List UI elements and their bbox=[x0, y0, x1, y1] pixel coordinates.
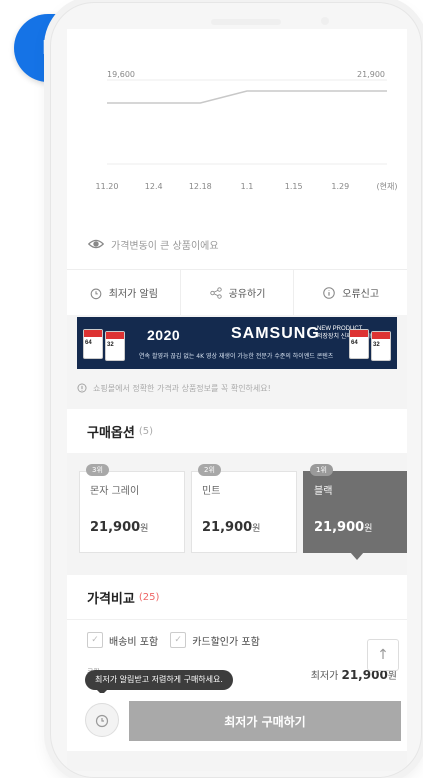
phone-speaker bbox=[211, 19, 281, 25]
x-tick-label: 11.20 bbox=[96, 182, 119, 191]
sd-card-image-right-2: 32 bbox=[371, 331, 391, 361]
option-rank: 3위 bbox=[86, 464, 109, 476]
shop-notice-text: 쇼핑몰에서 정확한 가격과 상품정보를 꼭 확인하세요! bbox=[93, 383, 271, 393]
banner-brand: SAMSUNG bbox=[231, 325, 320, 342]
purchase-options-header: 구매옵션 (5) bbox=[67, 409, 407, 453]
arrow-up-icon: ↑ bbox=[377, 647, 389, 663]
option-name: 블랙 bbox=[314, 486, 333, 497]
option-name: 몬자 그레이 bbox=[90, 486, 140, 497]
alarm-clock-icon bbox=[95, 714, 109, 728]
option-card-mint[interactable]: 2위 민트 21,900원 bbox=[191, 464, 297, 553]
scroll-to-top-button[interactable]: ↑ bbox=[367, 639, 399, 671]
compare-count: (25) bbox=[138, 591, 160, 603]
sd-card-image-left-1: 64 bbox=[83, 329, 103, 359]
banner-subline: 연속 촬영과 끊김 없는 4K 영상 재생이 가능한 전문가 수준의 하이엔드 … bbox=[139, 353, 334, 360]
options-count: (5) bbox=[138, 425, 154, 437]
card-discount-filter-label: 카드할인가 포함 bbox=[192, 636, 260, 648]
phone-frame: 19,600 21,900 11.20 12.4 12.18 1.1 1.15 1.29 (… bbox=[50, 2, 422, 778]
option-rank: 2위 bbox=[198, 464, 221, 476]
option-price: 21,900원 bbox=[202, 520, 260, 535]
share-button[interactable]: 공유하기 bbox=[181, 270, 295, 315]
phone-camera bbox=[321, 17, 329, 25]
option-rank: 1위 bbox=[310, 464, 333, 476]
x-tick-label: 1.1 bbox=[241, 182, 254, 191]
option-price-value: 21,900 bbox=[202, 520, 253, 535]
action-label-report: 오류신고 bbox=[342, 289, 380, 300]
lowest-price-unit: 원 bbox=[387, 671, 397, 682]
price-compare-header: 가격비교 (25) bbox=[67, 575, 407, 619]
banner-year: 2020 bbox=[147, 327, 181, 343]
action-row: 최저가 알림 공유하기 오류신고 bbox=[67, 269, 407, 315]
info-icon bbox=[323, 286, 336, 299]
samsung-ad-banner[interactable]: 64 32 2020 SAMSUNG NEW PRODUCT 저장장치 신제품 출… bbox=[77, 317, 397, 369]
x-tick-label: 1.15 bbox=[285, 182, 303, 191]
price-change-notice: 가격변동이 큰 상품이에요 bbox=[67, 219, 407, 269]
card-discount-checkbox[interactable]: ✓ bbox=[170, 632, 187, 648]
option-price-value: 21,900 bbox=[314, 520, 365, 535]
shop-notice: 쇼핑몰에서 정확한 가격과 상품정보를 꼭 확인하세요! bbox=[67, 373, 407, 403]
buy-lowest-button[interactable]: 최저가 구매하기 bbox=[129, 701, 401, 741]
option-price-unit: 원 bbox=[140, 524, 149, 534]
end-price-label: 21,900 bbox=[357, 70, 385, 79]
x-axis-labels: 11.20 12.4 12.18 1.1 1.15 1.29 (현재) bbox=[96, 182, 398, 191]
options-list: 3위 몬자 그레이 21,900원 2위 민트 21,900원 1위 블랙 21… bbox=[67, 457, 407, 587]
sd-card-image-right-1: 64 bbox=[349, 329, 369, 359]
option-price-value: 21,900 bbox=[90, 520, 141, 535]
shipping-checkbox[interactable]: ✓ bbox=[87, 632, 103, 648]
app-screen: 19,600 21,900 11.20 12.4 12.18 1.1 1.15 1.29 (… bbox=[67, 29, 407, 771]
share-icon bbox=[209, 286, 222, 299]
option-card-black[interactable]: 1위 블랙 21,900원 bbox=[303, 464, 407, 560]
option-price: 21,900원 bbox=[314, 520, 372, 535]
start-price-label: 19,600 bbox=[107, 70, 135, 79]
x-tick-label: (현재) bbox=[377, 182, 398, 191]
shipping-filter-label: 배송비 포함 bbox=[109, 636, 159, 648]
option-price: 21,900원 bbox=[90, 520, 148, 535]
option-card-gray[interactable]: 3위 몬자 그레이 21,900원 bbox=[79, 464, 185, 553]
alarm-tooltip: 최저가 알림받고 저렴하게 구매하세요. bbox=[85, 670, 233, 695]
action-label-alarm: 최저가 알림 bbox=[108, 289, 158, 300]
compare-title: 가격비교 bbox=[87, 591, 135, 607]
compare-filters: ✓ 배송비 포함 ✓ 카드할인가 포함 bbox=[67, 619, 407, 660]
alarm-clock-icon bbox=[90, 288, 102, 299]
option-price-unit: 원 bbox=[252, 524, 261, 534]
bottom-bar: 최저가 구매하기 bbox=[67, 693, 407, 751]
option-price-unit: 원 bbox=[364, 524, 373, 534]
x-tick-label: 12.18 bbox=[189, 182, 212, 191]
x-tick-label: 12.4 bbox=[145, 182, 163, 191]
action-label-share: 공유하기 bbox=[228, 289, 266, 300]
options-title: 구매옵션 bbox=[87, 425, 135, 441]
lowest-price-alarm-button[interactable]: 최저가 알림 bbox=[67, 270, 181, 315]
x-tick-label: 1.29 bbox=[331, 182, 349, 191]
alarm-button[interactable] bbox=[85, 703, 119, 737]
eye-icon bbox=[87, 239, 105, 249]
chart-svg: 19,600 21,900 11.20 12.4 12.18 1.1 1.15 1.29 (… bbox=[96, 70, 398, 191]
info-circle-icon bbox=[77, 383, 87, 393]
price-line bbox=[107, 90, 387, 104]
sd-card-image-left-2: 32 bbox=[105, 331, 125, 361]
price-change-text: 가격변동이 큰 상품이에요 bbox=[111, 240, 219, 252]
option-name: 민트 bbox=[202, 486, 221, 497]
error-report-button[interactable]: 오류신고 bbox=[294, 270, 407, 315]
price-history-chart: 19,600 21,900 11.20 12.4 12.18 1.1 1.15 1.29 (… bbox=[67, 29, 407, 219]
lowest-label: 최저가 bbox=[310, 671, 339, 682]
